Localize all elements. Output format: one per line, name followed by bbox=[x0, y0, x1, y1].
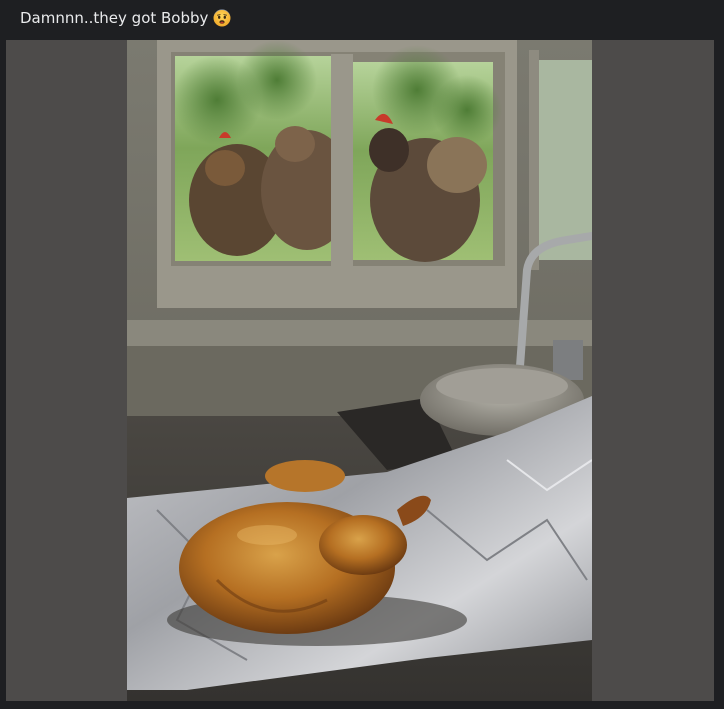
photo-illustration bbox=[127, 40, 592, 701]
fearful-face-icon bbox=[213, 8, 231, 27]
post-card: Damnnn..they got Bobby bbox=[0, 0, 724, 709]
post-image[interactable] bbox=[127, 40, 592, 701]
post-caption: Damnnn..they got Bobby bbox=[20, 8, 209, 27]
post-header: Damnnn..they got Bobby bbox=[0, 0, 724, 35]
